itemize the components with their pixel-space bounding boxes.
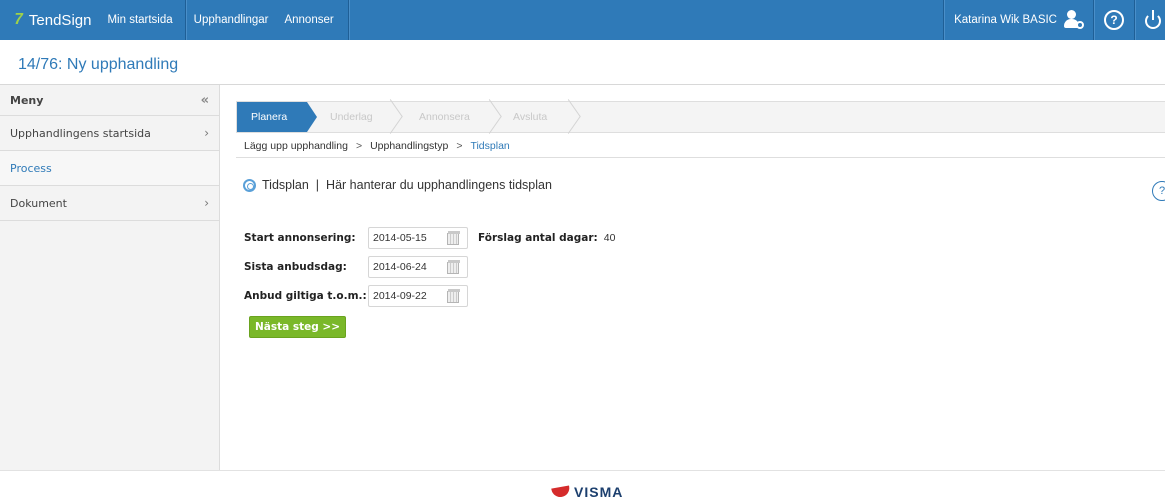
sidebar-item-label: Dokument [10,196,67,210]
top-nav-bar: 7 TendSign Min startsida Upphandlingar A… [0,0,1165,40]
forslag-antal-dagar-value: 40 [603,232,616,244]
collapse-sidebar-icon[interactable]: « [201,93,209,108]
process-steps: Planera Underlag Annonsera Avsluta [236,101,1165,133]
sidebar-item-dokument[interactable]: Dokument › [0,186,219,221]
sidebar-item-process[interactable]: Process [0,151,219,186]
breadcrumb-upphandlingstyp[interactable]: Upphandlingstyp [370,140,448,152]
breadcrumb-lagg-upp[interactable]: Lägg upp upphandling [244,140,348,152]
brand-name: TendSign [28,11,92,29]
nav-annonser[interactable]: Annonser [276,0,341,40]
user-settings-icon[interactable] [1063,9,1085,31]
visma-swoosh-icon [551,485,571,499]
step-underlag[interactable]: Underlag [330,102,373,132]
nav-divider [347,0,349,40]
start-annonsering-label: Start annonsering: [244,232,356,244]
nav-min-startsida[interactable]: Min startsida [99,0,178,40]
top-right-controls: Katarina Wik BASIC ? [943,0,1165,40]
step-annonsera[interactable]: Annonsera [419,102,470,132]
calendar-icon[interactable] [447,231,460,245]
sidebar-header: Meny « [0,85,219,116]
form-row-valid: Anbud giltiga t.o.m.: 2014-09-22 [244,285,468,307]
anbud-giltiga-label: Anbud giltiga t.o.m.: [244,290,367,302]
sidebar-item-label: Process [10,161,52,175]
section-title: Tidsplan [262,178,309,192]
date-value: 2014-09-22 [373,290,427,302]
chevron-right-icon: › [204,126,209,140]
step-separator [570,102,582,132]
breadcrumb-separator: > [355,139,363,152]
top-divider [1134,0,1135,40]
sidebar-item-label: Upphandlingens startsida [10,126,151,140]
nav-upphandlingar[interactable]: Upphandlingar [186,0,277,40]
page-title: 14/76: Ny upphandling [18,56,179,73]
help-icon[interactable]: ? [1104,10,1124,30]
section-help-icon[interactable]: ? [1152,181,1165,201]
step-separator [491,102,503,132]
section-description: Här hanterar du upphandlingens tidsplan [326,178,552,192]
anbud-giltiga-date-field[interactable]: 2014-09-22 [368,285,468,307]
chevron-right-icon: › [204,196,209,210]
breadcrumb-separator: > [456,139,463,152]
footer-divider [0,470,1165,471]
top-divider [1093,0,1094,40]
next-step-button[interactable]: Nästa steg >> [249,316,346,338]
section-divider: | [315,178,320,192]
user-name[interactable]: Katarina Wik BASIC [944,14,1063,26]
logout-power-icon[interactable] [1143,9,1165,31]
breadcrumb-tidsplan: Tidsplan [470,139,510,152]
visma-logo: VISMA [551,484,624,499]
form-row-deadline: Sista anbudsdag: 2014-06-24 [244,256,468,278]
sista-anbudsdag-date-field[interactable]: 2014-06-24 [368,256,468,278]
step-separator [392,102,404,132]
calendar-icon[interactable] [447,260,460,274]
sidebar-item-upphandlingens-startsida[interactable]: Upphandlingens startsida › [0,116,219,151]
calendar-icon[interactable] [447,289,460,303]
step-avsluta[interactable]: Avsluta [513,102,547,132]
sidebar-menu: Meny « Upphandlingens startsida › Proces… [0,85,220,470]
breadcrumb: Lägg upp upphandling > Upphandlingstyp >… [236,134,1165,158]
start-annonsering-date-field[interactable]: 2014-05-15 [368,227,468,249]
step-planera[interactable]: Planera [237,102,317,132]
date-value: 2014-05-15 [373,232,427,244]
gear-icon [243,178,256,192]
form-row-start: Start annonsering: 2014-05-15 Förslag an… [244,227,615,249]
section-heading: Tidsplan | Här hanterar du upphandlingen… [243,178,552,192]
sista-anbudsdag-label: Sista anbudsdag: [244,261,347,273]
tendsign-logo-icon: 7 [12,11,25,28]
visma-logo-text: VISMA [574,484,624,499]
date-value: 2014-06-24 [373,261,427,273]
forslag-antal-dagar-label: Förslag antal dagar: [478,232,598,244]
brand-logo[interactable]: 7 TendSign [0,0,99,40]
sidebar-heading: Meny [10,93,44,107]
